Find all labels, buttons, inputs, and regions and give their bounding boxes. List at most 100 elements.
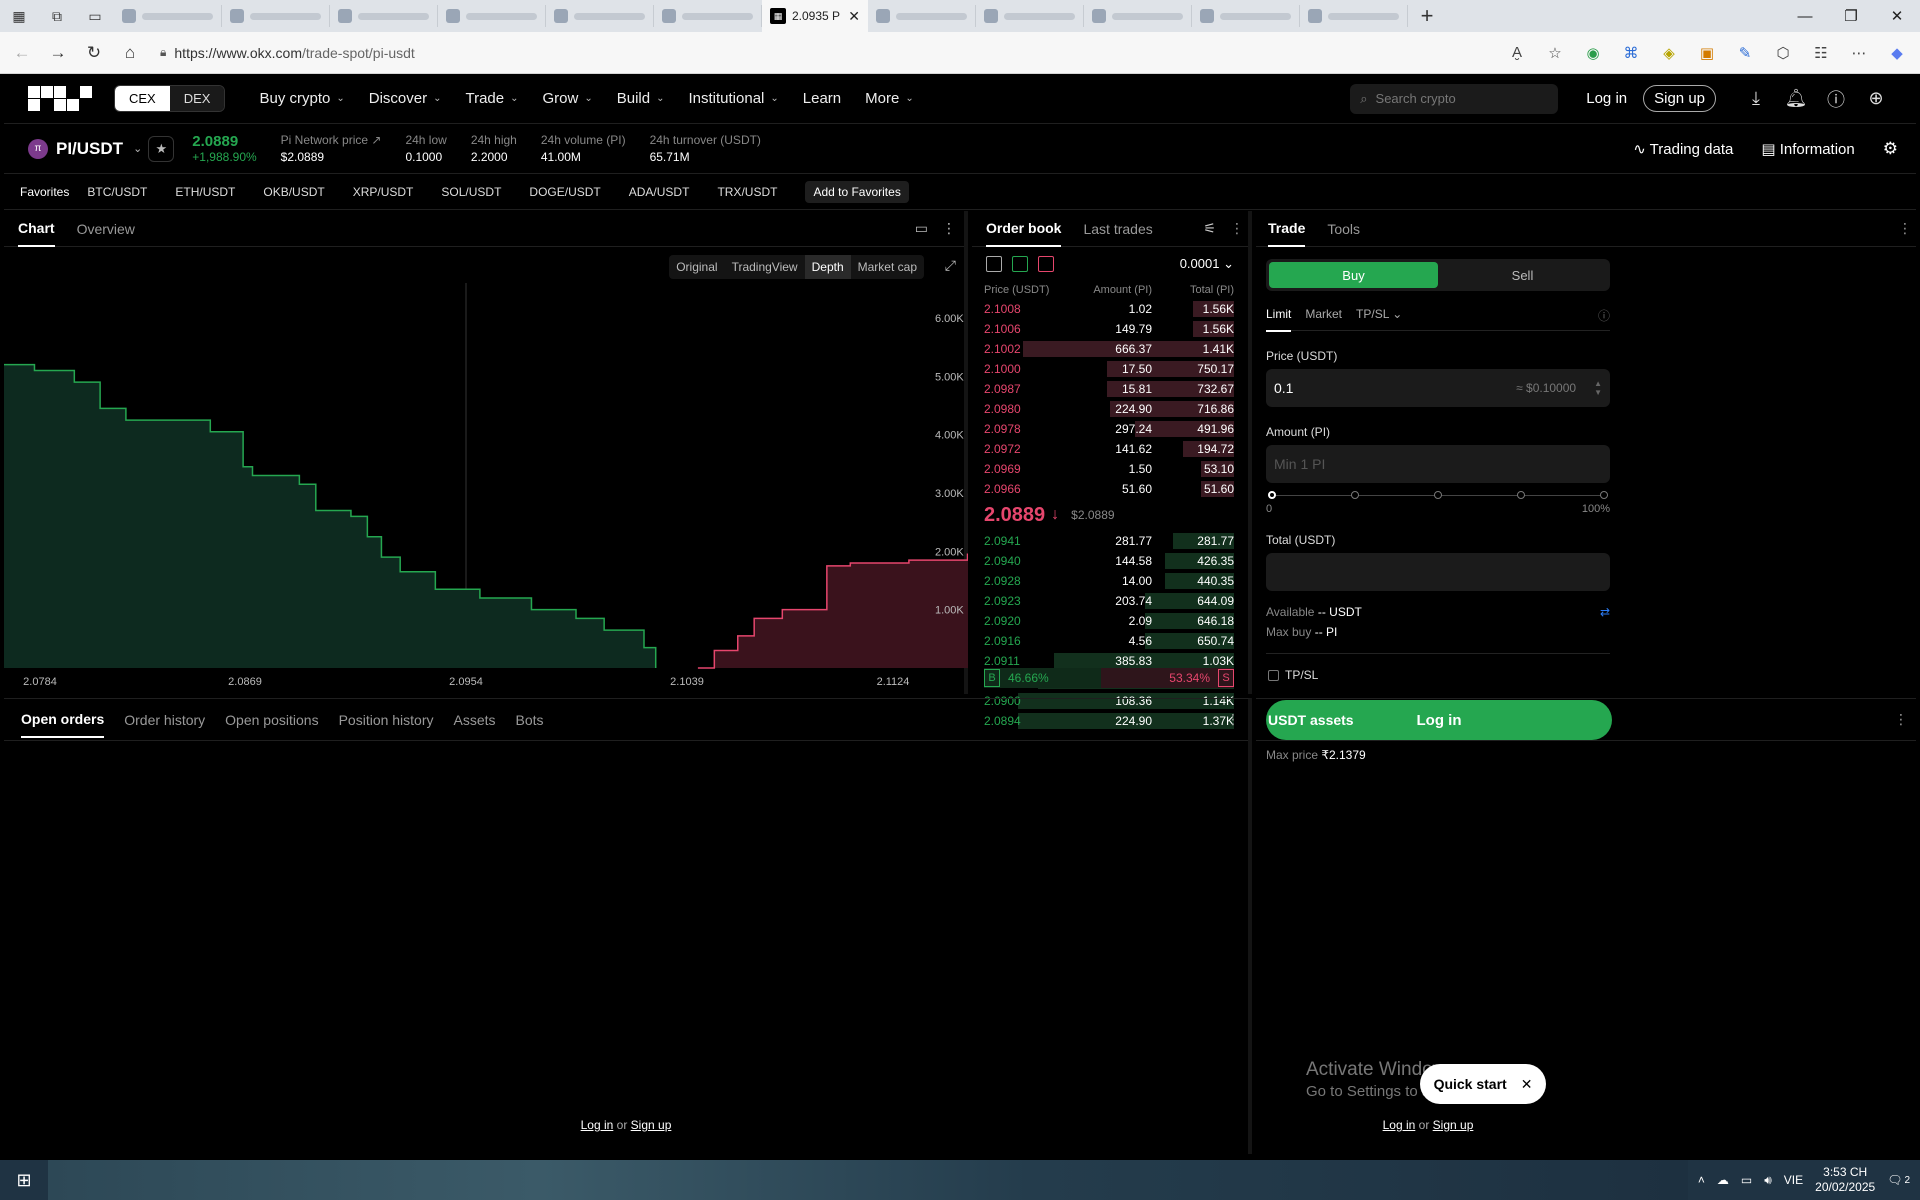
bid-row[interactable]: 2.0940 144.58 426.35	[972, 551, 1248, 571]
notifications-icon[interactable]: 🗨︎	[1887, 1173, 1902, 1187]
extension-icon[interactable]: ▣	[1690, 37, 1724, 69]
chevron-up-icon[interactable]: ˄	[1698, 1173, 1705, 1187]
minimize-icon[interactable]: —	[1782, 8, 1828, 25]
tpsl-checkbox[interactable]	[1268, 669, 1279, 681]
browser-tab[interactable]	[1300, 5, 1408, 27]
slider-step[interactable]	[1434, 491, 1442, 499]
browser-tab[interactable]	[114, 5, 222, 27]
close-icon[interactable]: ✕	[1521, 1076, 1533, 1093]
tab-limit[interactable]: Limit	[1266, 307, 1292, 332]
mode-tradingview[interactable]: TradingView	[725, 255, 805, 279]
layout-icon[interactable]: ▭	[915, 220, 928, 237]
ask-row[interactable]: 2.1002 666.37 1.41K	[972, 339, 1248, 359]
address-bar[interactable]: 🔒︎ https://www.okx.com/trade-spot/pi-usd…	[150, 38, 1496, 68]
nav-discover[interactable]: Discover ⌄	[369, 90, 442, 107]
tab-trade[interactable]: Trade	[1268, 211, 1306, 247]
forward-icon[interactable]: →	[42, 37, 74, 69]
copilot-icon[interactable]: ◆	[1880, 37, 1914, 69]
mode-market-cap[interactable]: Market cap	[851, 255, 924, 279]
ask-row[interactable]: 2.1000 17.50 750.17	[972, 359, 1248, 379]
orders-signup-link[interactable]: Sign up	[631, 1118, 672, 1132]
chevron-up-icon[interactable]: ▲	[1594, 379, 1602, 388]
volume-icon[interactable]: 🔊︎	[1764, 1173, 1772, 1188]
bid-row[interactable]: 2.0928 14.00 440.35	[972, 571, 1248, 591]
nav-build[interactable]: Build ⌄	[617, 90, 665, 107]
tab-tpsl[interactable]: TP/SL ⌄	[1356, 307, 1402, 324]
favorite-star-icon[interactable]: ★	[148, 135, 175, 162]
nav-grow[interactable]: Grow ⌄	[543, 90, 593, 107]
slider-step[interactable]	[1600, 491, 1608, 499]
fav-pair[interactable]: ETH/USDT	[175, 185, 235, 199]
favorites-icon[interactable]: ☷	[1804, 37, 1838, 69]
globe-icon[interactable]: ⊕	[1856, 88, 1896, 109]
bid-row[interactable]: 2.0923 203.74 644.09	[972, 591, 1248, 611]
browser-tab[interactable]	[868, 5, 976, 27]
ask-row[interactable]: 2.0987 15.81 732.67	[972, 379, 1248, 399]
amount-input[interactable]: Min 1 PI	[1266, 445, 1610, 483]
browser-tab[interactable]	[1084, 5, 1192, 27]
information-button[interactable]: ▤ Information	[1761, 140, 1854, 158]
favorite-star-icon[interactable]: ☆	[1538, 37, 1572, 69]
fav-pair[interactable]: DOGE/USDT	[529, 185, 600, 199]
kebab-menu-icon[interactable]: ⋮	[942, 220, 956, 237]
ask-row[interactable]: 2.1006 149.79 1.56K	[972, 319, 1248, 339]
fav-pair[interactable]: XRP/USDT	[353, 185, 414, 199]
read-aloud-icon[interactable]: A̮	[1500, 37, 1534, 69]
kebab-menu-icon[interactable]: ⋮	[1898, 220, 1912, 237]
tab-assets[interactable]: Assets	[454, 703, 496, 737]
chevron-down-icon[interactable]: ▼	[1594, 388, 1602, 397]
depth-chart[interactable]: 6.00K 5.00K 4.00K 3.00K 2.00K 1.00K 2.0784 2.08…	[4, 283, 968, 694]
fullscreen-icon[interactable]: ⤢	[945, 257, 956, 274]
browser-tab[interactable]	[1192, 5, 1300, 27]
help-icon[interactable]: ⓘ	[1816, 86, 1856, 112]
browser-tab[interactable]	[438, 5, 546, 27]
ask-row[interactable]: 2.1008 1.02 1.56K	[972, 299, 1248, 319]
tab-open-positions[interactable]: Open positions	[225, 703, 318, 737]
external-link-icon[interactable]: ↗	[371, 133, 381, 147]
back-icon[interactable]: ←	[6, 37, 38, 69]
quick-start-button[interactable]: Quick start ✕	[1420, 1064, 1546, 1104]
transfer-icon[interactable]: ⇄	[1600, 605, 1610, 619]
nav-learn[interactable]: Learn	[803, 90, 841, 107]
browser-tab[interactable]	[546, 5, 654, 27]
stat-label[interactable]: Pi Network price	[281, 133, 368, 147]
fav-pair[interactable]: TRX/USDT	[717, 185, 777, 199]
ask-row[interactable]: 2.0966 51.60 51.60	[972, 479, 1248, 499]
tab-tools[interactable]: Tools	[1327, 212, 1360, 246]
browser-tab[interactable]	[222, 5, 330, 27]
extensions-icon[interactable]: ⬡	[1766, 37, 1800, 69]
kebab-menu-icon[interactable]: ⋮	[1230, 220, 1244, 237]
help-icon[interactable]: ⓘ	[1598, 307, 1610, 324]
tab-chart[interactable]: Chart	[18, 211, 55, 247]
slider-step[interactable]	[1351, 491, 1359, 499]
slider-handle[interactable]	[1268, 491, 1276, 499]
favorites-label[interactable]: Favorites	[20, 185, 69, 199]
windows-start-icon[interactable]: ⊞	[0, 1170, 48, 1191]
trading-data-button[interactable]: ∿ Trading data	[1633, 140, 1733, 158]
precision-select[interactable]: 0.0001 ⌄	[1180, 256, 1234, 272]
restore-icon[interactable]: ❐	[1828, 7, 1874, 25]
fav-pair[interactable]: OKB/USDT	[263, 185, 324, 199]
layout-bids-icon[interactable]	[1012, 256, 1028, 272]
filter-icon[interactable]: ⚟	[1203, 220, 1216, 237]
nav-institutional[interactable]: Institutional ⌄	[689, 90, 779, 107]
workspaces-icon[interactable]: ▦	[0, 0, 38, 32]
language-indicator[interactable]: VIE	[1784, 1173, 1803, 1187]
tab-bots[interactable]: Bots	[516, 703, 544, 737]
translate-icon[interactable]: ⌘	[1614, 37, 1648, 69]
bell-icon[interactable]: 🔔︎	[1776, 88, 1816, 109]
fav-pair[interactable]: SOL/USDT	[441, 185, 501, 199]
cloud-icon[interactable]: ☁	[1717, 1173, 1729, 1187]
network-icon[interactable]: ▭	[1741, 1173, 1752, 1187]
assets-signup-link[interactable]: Sign up	[1433, 1118, 1474, 1132]
price-input[interactable]: 0.1 ≈ $0.10000 ▲ ▼	[1266, 369, 1610, 407]
extension-icon[interactable]: ◉	[1576, 37, 1610, 69]
pair-selector[interactable]: PI/USDT	[56, 139, 123, 159]
sell-button[interactable]: Sell	[1438, 262, 1607, 288]
tab-order-book[interactable]: Order book	[986, 211, 1062, 247]
refresh-icon[interactable]: ↻	[78, 37, 110, 69]
orders-login-link[interactable]: Log in	[581, 1118, 614, 1132]
signup-button[interactable]: Sign up	[1643, 85, 1716, 112]
fav-pair[interactable]: BTC/USDT	[87, 185, 147, 199]
clock[interactable]: 3:53 CH 20/02/2025	[1815, 1165, 1875, 1195]
